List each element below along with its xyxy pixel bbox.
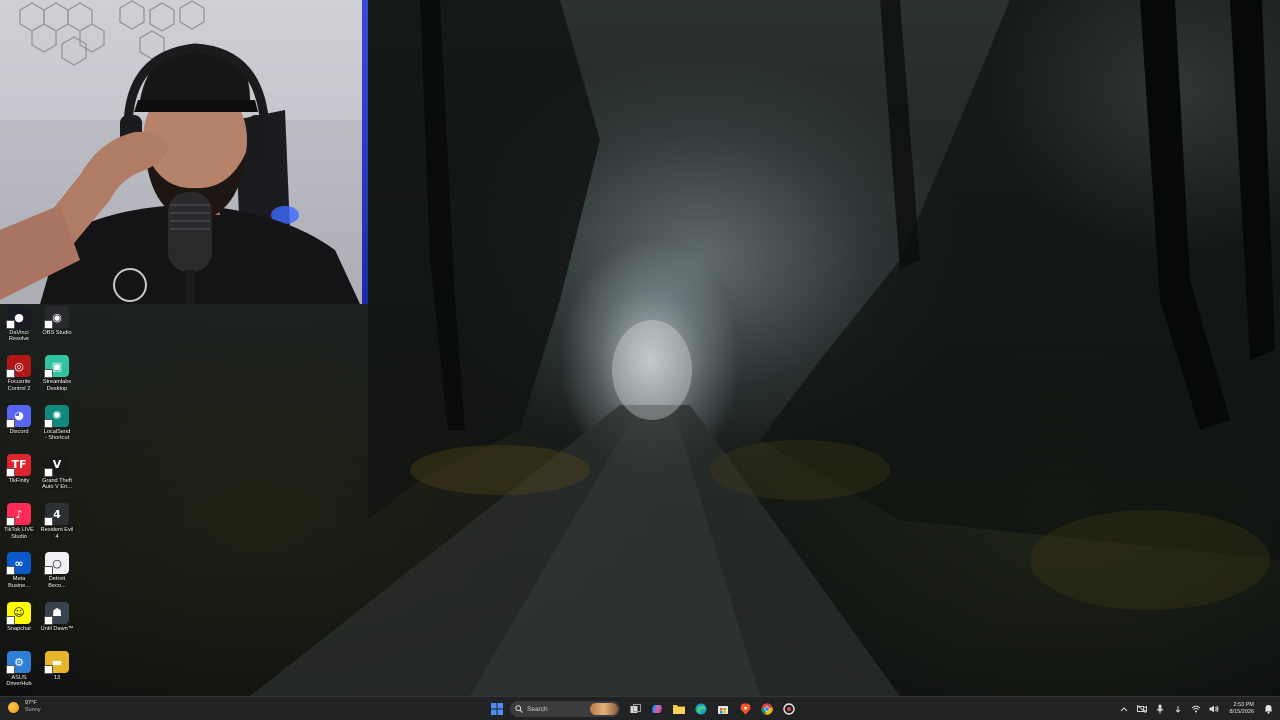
desktop-icon-asus-driverhub[interactable]: ⚙ ASUS DriverHub (0, 649, 38, 698)
start-button[interactable] (486, 699, 508, 719)
system-tray: 2:53 PM 8/15/2026 (1116, 699, 1276, 719)
edge-icon (695, 703, 707, 715)
focusrite-control-2-icon: ◎ (6, 355, 31, 379)
desktop-icon-label: DaVinci Resolve (8, 330, 30, 343)
desktop-icon-label: LocalSend - Shortcut (43, 428, 71, 441)
snipping-tool-icon (783, 703, 795, 715)
taskbar: 97°F Sunny Search 2:53 PM 8/15/2026 (0, 696, 1280, 720)
store-icon (718, 706, 728, 714)
clock-time: 2:53 PM (1233, 702, 1254, 708)
desktop-icon-grid: ● DaVinci Resolve ◉ OBS Studio ◎ Focusrite Co… (0, 304, 80, 698)
desktop-icon-streamlabs-desktop[interactable]: ▣ Streamlabs Desktop (38, 353, 76, 402)
desktop-icon-meta-business-suite[interactable]: ∞ Meta Busine... (0, 550, 38, 599)
weather-temp: 97°F (25, 700, 37, 706)
chrome-button[interactable] (756, 699, 778, 719)
resident-evil-4-icon: 4 (44, 503, 69, 527)
search-placeholder: Search (527, 705, 548, 713)
webcam-frame-edge (362, 0, 368, 304)
file-explorer-button[interactable] (668, 699, 690, 719)
weather-widget[interactable]: 97°F Sunny (8, 700, 41, 714)
desktop-icon-label: Snapchat (7, 625, 31, 632)
grand-theft-auto-v-enhanced-icon: V (44, 453, 69, 477)
microphone-icon (1156, 704, 1163, 714)
desktop-icon-label: Streamlabs Desktop (42, 379, 72, 392)
desktop-icon-label: Discord (9, 428, 29, 435)
webcam-overlay (0, 0, 368, 304)
desktop-icon-resident-evil-4[interactable]: 4 Resident Evil 4 (38, 501, 76, 550)
tray-camera-off[interactable] (1134, 699, 1150, 719)
desktop-icon-detroit-become-human[interactable]: ○ Detroit Beco... (38, 550, 76, 599)
brave-lion-icon (740, 703, 750, 715)
taskbar-center: Search (486, 699, 800, 719)
detroit-become-human-icon: ○ (44, 552, 69, 576)
wifi-icon (1191, 705, 1200, 713)
desktop-icon-tiktok-live-studio[interactable]: ♪ TikTok LIVE Studio (0, 501, 38, 550)
desktop-icon-until-dawn[interactable]: ☗ Until Dawn™ (38, 600, 76, 649)
desktop-icon-discord[interactable]: ◕ Discord (0, 403, 38, 452)
desktop-icon-tikfinity[interactable]: TF TikFinity (0, 452, 38, 501)
taskbar-search[interactable]: Search (510, 701, 620, 717)
desktop-icon-label: OBS Studio (42, 330, 72, 336)
tray-microphone[interactable] (1152, 699, 1168, 719)
weather-condition: Sunny (25, 707, 41, 713)
bell-icon (1264, 705, 1272, 714)
chrome-icon (761, 703, 773, 715)
copilot-icon (652, 705, 662, 713)
desktop-icon-label: ASUS DriverHub (6, 675, 32, 688)
obs-studio-icon: ◉ (44, 306, 69, 329)
desktop-icon-snapchat[interactable]: ☺ Snapchat (0, 600, 38, 649)
tray-input-indicator[interactable] (1170, 699, 1186, 719)
camera-off-icon (1136, 705, 1147, 713)
task-view-button[interactable] (624, 699, 646, 719)
13-icon: ▬ (44, 651, 69, 675)
desktop-icon-label: TikTok LIVE Studio (4, 527, 34, 540)
desktop-icon-label: Resident Evil 4 (40, 527, 74, 540)
chevron-up-icon (1120, 707, 1127, 712)
capture-app-button[interactable] (778, 699, 800, 719)
desktop-icon-label: Meta Busine... (8, 576, 30, 589)
desktop-icon-davinci-resolve[interactable]: ● DaVinci Resolve (0, 304, 38, 353)
snapchat-icon: ☺ (6, 601, 31, 625)
desktop-icon-label: TikFinity (8, 477, 30, 484)
brave-button[interactable] (734, 699, 756, 719)
taskbar-clock[interactable]: 2:53 PM 8/15/2026 (1230, 702, 1254, 716)
store-button[interactable] (712, 699, 734, 719)
webcam-feed-streamer (0, 0, 368, 304)
search-highlight-image (590, 703, 618, 715)
desktop-icon-label: Until Dawn™ (40, 625, 74, 632)
desktop-icon-13[interactable]: ▬ 13 (38, 649, 76, 698)
tray-volume[interactable] (1206, 699, 1222, 719)
streamlabs-desktop-icon: ▣ (44, 355, 69, 379)
meta-business-suite-icon: ∞ (6, 552, 31, 576)
notification-button[interactable] (1260, 699, 1276, 719)
windows-logo-icon (491, 703, 503, 715)
desktop-icon-obs-studio[interactable]: ◉ OBS Studio (38, 304, 76, 353)
desktop-icon-label: 13 (53, 675, 61, 682)
desktop-icon-focusrite-control-2[interactable]: ◎ Focusrite Control 2 (0, 353, 38, 402)
copilot-button[interactable] (646, 699, 668, 719)
desktop-icon-label: Grand Theft Auto V En... (42, 477, 72, 491)
tikfinity-icon: TF (6, 453, 31, 477)
davinci-resolve-icon: ● (6, 306, 31, 329)
task-view-icon (630, 703, 641, 713)
speaker-icon (1209, 705, 1218, 713)
tray-overflow-button[interactable] (1116, 699, 1132, 719)
asus-driverhub-icon: ⚙ (6, 651, 31, 675)
discord-icon: ◕ (6, 404, 31, 428)
until-dawn-icon: ☗ (44, 601, 69, 625)
input-method-icon (1175, 706, 1180, 713)
desktop-icon-grand-theft-auto-v-enhanced[interactable]: V Grand Theft Auto V En... (38, 452, 76, 501)
tiktok-live-studio-icon: ♪ (6, 503, 31, 527)
desktop-icon-localsend-shortcut[interactable]: ✺ LocalSend - Shortcut (38, 403, 76, 452)
desktop-icon-label: Focusrite Control 2 (7, 379, 31, 392)
tray-network[interactable] (1188, 699, 1204, 719)
search-icon (515, 705, 523, 713)
folder-icon (673, 705, 685, 714)
desktop-icon-label: Detroit Beco... (48, 576, 66, 589)
sun-icon (8, 701, 19, 713)
clock-date: 8/15/2026 (1229, 709, 1254, 715)
edge-button[interactable] (690, 699, 712, 719)
localsend-shortcut-icon: ✺ (44, 404, 69, 428)
